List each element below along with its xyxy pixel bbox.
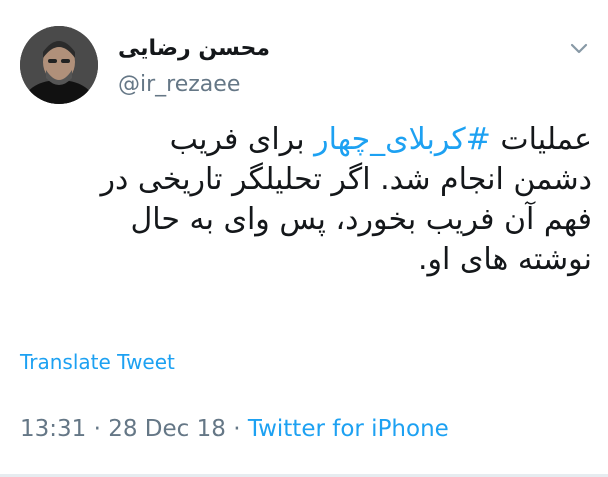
chevron-down-icon[interactable] (567, 36, 591, 60)
tweet-line-1: عملیات #کربلای_چهار برای فریب (32, 120, 592, 160)
hashtag-link[interactable]: #کربلای_چهار (314, 122, 491, 157)
tweet-metadata: 13:31 · 28 Dec 18 · Twitter for iPhone (20, 416, 449, 442)
avatar[interactable] (20, 26, 98, 104)
tweet-text-segment: عملیات (490, 122, 592, 157)
meta-separator: · (86, 416, 109, 442)
avatar-photo (20, 26, 98, 104)
tweet-time[interactable]: 13:31 (20, 416, 86, 442)
tweet-text-segment: برای فریب (169, 122, 315, 157)
tweet-source-link[interactable]: Twitter for iPhone (248, 416, 449, 442)
user-handle[interactable]: @ir_rezaee (118, 72, 240, 97)
translate-tweet-link[interactable]: Translate Tweet (20, 350, 175, 374)
tweet-text: عملیات #کربلای_چهار برای فریب دشمن انجام… (32, 120, 592, 280)
display-name[interactable]: محسن رضایی (118, 36, 270, 61)
tweet-date[interactable]: 28 Dec 18 (108, 416, 226, 442)
tweet-line-2: دشمن انجام شد. اگر تحلیلگر تاریخی در (100, 162, 592, 197)
tweet-line-3: فهم آن فریب بخورد، پس وای به حال (130, 202, 592, 237)
tweet-line-4: نوشته های او. (418, 242, 592, 277)
meta-separator: · (225, 416, 248, 442)
